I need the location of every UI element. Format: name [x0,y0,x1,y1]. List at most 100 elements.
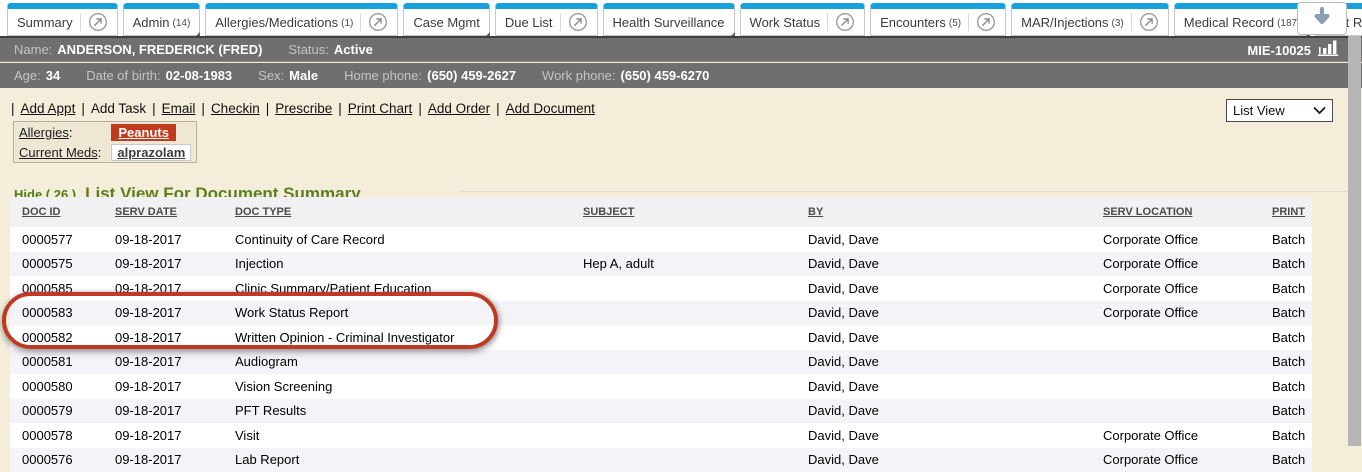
vertical-scrollbar[interactable] [1348,36,1361,446]
cell-doc-id: 0000585 [10,276,103,301]
allergies-link[interactable]: Allergies [19,125,69,140]
cell-print: Batch [1260,374,1312,399]
cell-by: David, Dave [796,227,1091,252]
add-appt-link[interactable]: Add Appt [21,101,76,116]
tab-health-surveillance[interactable]: Health Surveillance [603,3,735,36]
separator: | [260,101,276,116]
cell-doc-type: Visit [223,423,571,448]
table-row-0000583[interactable]: 000058309-18-2017Work Status ReportDavid… [10,301,1312,326]
demographic-work-phone: Work phone:(650) 459-6270 [542,68,709,83]
document-table: DOC IDSERV DATEDOC TYPESUBJECTBYSERV LOC… [10,197,1312,472]
tab-label: Case Mgmt [413,15,479,30]
view-mode-select[interactable]: List View [1226,99,1333,122]
cell-by: David, Dave [796,301,1091,326]
column-header-doc-type[interactable]: DOC TYPE [223,197,571,227]
table-row-0000576[interactable]: 000057609-18-2017Lab ReportDavid, DaveCo… [10,448,1312,472]
cell-serv-date: 09-18-2017 [103,252,223,277]
cell-serv-location: Corporate Office [1091,301,1260,326]
patient-name: ANDERSON, FREDERICK (FRED) [57,42,262,57]
bar-chart-icon[interactable] [1318,39,1340,61]
add-task-link[interactable]: Add Task [91,101,146,116]
cell-serv-location: Corporate Office [1091,227,1260,252]
tab-label: Summary [17,15,73,30]
external-link-icon[interactable] [835,12,855,32]
tab-allergies-medications[interactable]: Allergies/Medications(1) [205,3,398,36]
tab-overflow-button[interactable] [1297,2,1347,35]
tab-admin[interactable]: Admin(14) [123,3,201,36]
column-header-serv-location[interactable]: SERV LOCATION [1091,197,1260,227]
separator: | [412,101,428,116]
cell-doc-type: Work Status Report [223,301,571,326]
cell-doc-type: Lab Report [223,448,571,472]
add-document-link[interactable]: Add Document [506,101,595,116]
table-row-0000578[interactable]: 000057809-18-2017VisitDavid, DaveCorpora… [10,423,1312,448]
cell-subject [571,227,796,252]
table-row-0000579[interactable]: 000057909-18-2017PFT ResultsDavid, DaveB… [10,399,1312,424]
med-value-alprazolam[interactable]: alprazolam [111,144,191,161]
cell-by: David, Dave [796,252,1091,277]
tab-case-mgmt[interactable]: Case Mgmt [403,3,489,36]
chevron-down-icon [1313,103,1326,118]
cell-doc-id: 0000576 [10,448,103,472]
external-link-icon[interactable] [1139,12,1159,32]
cell-print: Batch [1260,301,1312,326]
allergy-value-peanuts[interactable]: Peanuts [111,124,176,141]
table-row-0000582[interactable]: 000058209-18-2017Written Opinion - Crimi… [10,325,1312,350]
tab-label: Admin [133,15,170,30]
table-row-0000585[interactable]: 000058509-18-2017Clinic Summary/Patient … [10,276,1312,301]
cell-by: David, Dave [796,325,1091,350]
patient-demographics-bar: Age:34Date of birth:02-08-1983Sex:MaleHo… [0,63,1362,88]
cell-doc-type: PFT Results [223,399,571,424]
cell-subject [571,399,796,424]
external-link-icon[interactable] [88,12,108,32]
tab-label: Work Status [750,15,821,30]
allergy-meds-box: Allergies: Peanuts Current Meds: alprazo… [13,121,197,163]
table-row-0000577[interactable]: 000057709-18-2017Continuity of Care Reco… [10,227,1312,252]
demographic-date-of-birth: Date of birth:02-08-1983 [86,68,232,83]
column-header-subject[interactable]: SUBJECT [571,197,796,227]
email-link[interactable]: Email [162,101,196,116]
tab-divider [968,13,969,31]
cell-print: Batch [1260,448,1312,472]
add-order-link[interactable]: Add Order [428,101,490,116]
cell-serv-location [1091,350,1260,375]
prescribe-link[interactable]: Prescribe [275,101,332,116]
current-meds-link[interactable]: Current Meds [19,145,98,160]
tab-encounters[interactable]: Encounters(5) [870,3,1006,36]
column-header-serv-date[interactable]: SERV DATE [103,197,223,227]
column-header-print[interactable]: PRINT [1260,197,1312,227]
cell-subject [571,423,796,448]
cell-print: Batch [1260,252,1312,277]
table-row-0000580[interactable]: 000058009-18-2017Vision ScreeningDavid, … [10,374,1312,399]
column-header-by[interactable]: BY [796,197,1091,227]
tab-medical-record[interactable]: Medical Record(187) [1174,3,1311,36]
tab-bar: Summary Admin(14)Allergies/Medications(1)… [0,0,1362,36]
tab-due-list[interactable]: Due List [495,3,598,36]
cell-doc-id: 0000575 [10,252,103,277]
cell-print: Batch [1260,423,1312,448]
cell-subject [571,448,796,472]
separator: | [75,101,91,116]
cell-serv-date: 09-18-2017 [103,350,223,375]
tab-mar-injections[interactable]: MAR/Injections(3) [1011,3,1169,36]
external-link-icon[interactable] [368,12,388,32]
tab-summary[interactable]: Summary [7,3,118,36]
tab-work-status[interactable]: Work Status [740,3,866,36]
table-row-0000575[interactable]: 000057509-18-2017InjectionHep A, adultDa… [10,252,1312,277]
external-link-icon[interactable] [976,12,996,32]
tab-label: MAR/Injections [1021,15,1108,30]
column-header-doc-id[interactable]: DOC ID [10,197,103,227]
checkin-link[interactable]: Checkin [211,101,260,116]
cell-serv-date: 09-18-2017 [103,374,223,399]
fieldset-line [460,191,1350,192]
cell-by: David, Dave [796,350,1091,375]
external-link-icon[interactable] [568,12,588,32]
cell-serv-date: 09-18-2017 [103,325,223,350]
demographic-home-phone: Home phone:(650) 459-2627 [344,68,516,83]
table-row-0000581[interactable]: 000058109-18-2017AudiogramDavid, DaveBat… [10,350,1312,375]
cell-subject [571,301,796,326]
cell-print: Batch [1260,227,1312,252]
cell-doc-type: Injection [223,252,571,277]
print-chart-link[interactable]: Print Chart [348,101,413,116]
separator: | [332,101,348,116]
